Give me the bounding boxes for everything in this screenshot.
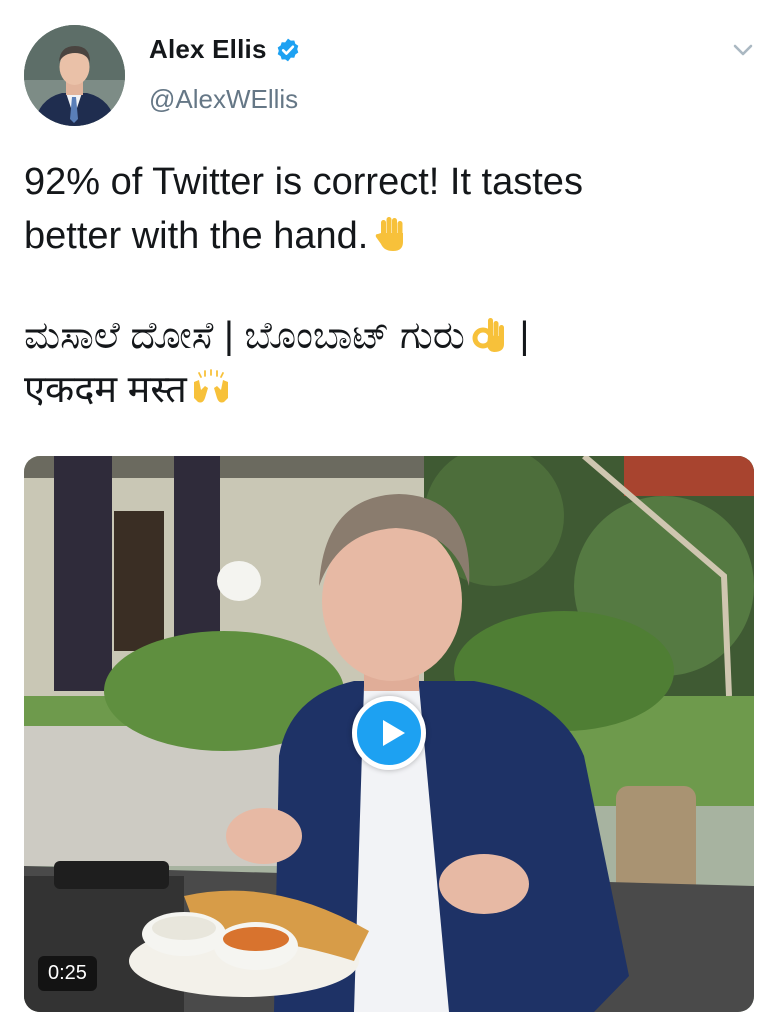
tweet-text-line: better with the hand. [24,209,744,263]
tweet-text-span: | [508,315,530,357]
tweet-text-span: ಮಸಾಲೆ ದೋಸೆ | ಬೊಂಬಾಟ್ ಗುರು [24,315,465,357]
author-display-name[interactable]: Alex Ellis [149,34,267,65]
tweet-text-span: एकदम मस्त [24,369,187,411]
raising-hands-emoji-icon [193,369,228,403]
tweet-text-line: ಮಸಾಲೆ ದೋಸೆ | ಬೊಂಬಾಟ್ ಗುರು | [24,309,744,363]
tweet-text-line: 92% of Twitter is correct! It tastes [24,161,583,203]
video-player[interactable]: 0:25 [24,456,754,1012]
chevron-down-icon[interactable] [731,42,755,58]
author-handle[interactable]: @AlexWEllis [149,84,298,115]
author-avatar[interactable] [24,25,125,126]
tweet-card: Alex Ellis @AlexWEllis 92% of Twitter is… [0,0,776,1024]
ok-hand-emoji-icon [472,318,504,352]
tweet-text-span: better with the hand. [24,215,369,257]
author-name-row: Alex Ellis [149,34,301,65]
play-icon[interactable] [352,696,426,770]
tweet-text: 92% of Twitter is correct! It tastes bet… [24,155,744,417]
tweet-text-line: एकदम मस्त [24,363,744,417]
verified-badge-icon [277,38,298,61]
raised-hand-emoji-icon [376,217,404,251]
video-duration: 0:25 [38,956,97,991]
